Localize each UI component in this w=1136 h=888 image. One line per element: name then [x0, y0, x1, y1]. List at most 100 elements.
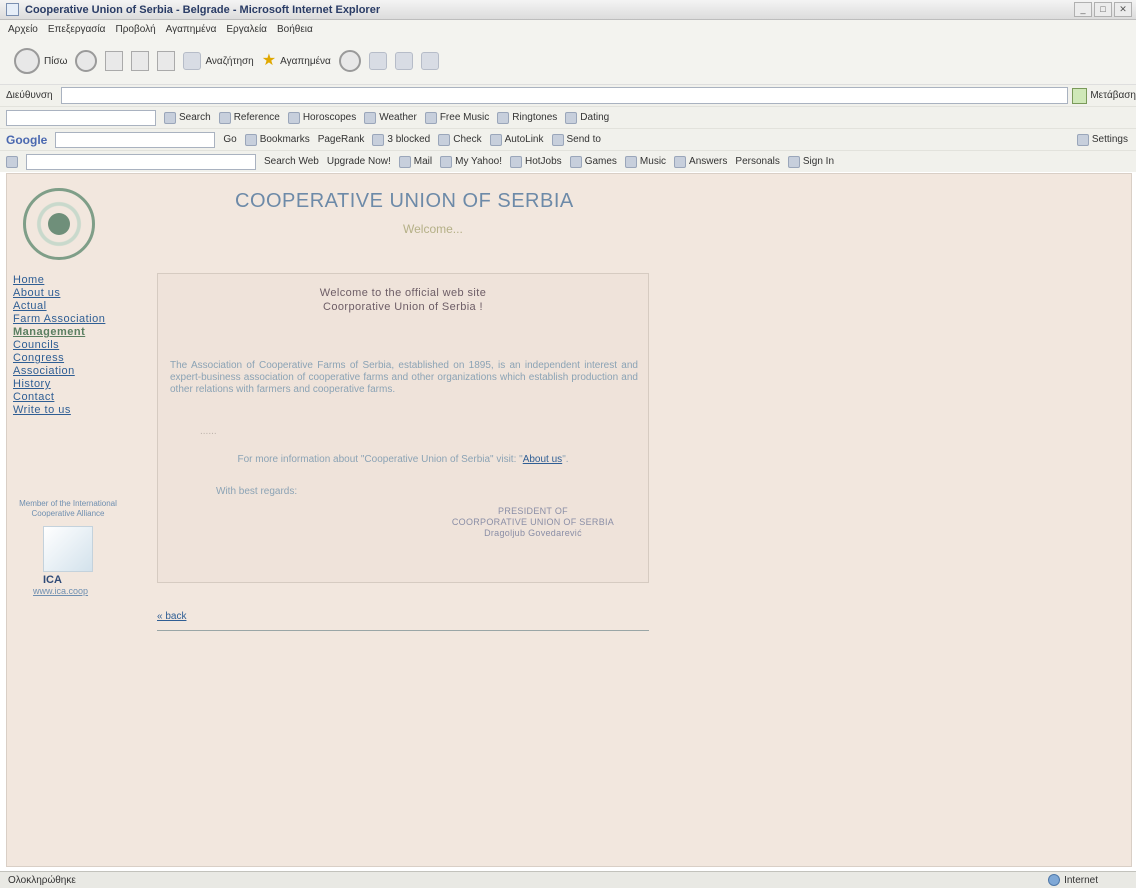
- search-icon[interactable]: [183, 52, 202, 70]
- stop-icon[interactable]: [105, 51, 124, 71]
- google-go-button[interactable]: Go: [223, 134, 236, 145]
- nav-history[interactable]: History: [13, 378, 123, 391]
- divider: [157, 630, 649, 631]
- yahoo-answers[interactable]: Answers: [674, 155, 727, 168]
- menu-favorites[interactable]: Αγαπημένα: [166, 24, 217, 35]
- nav-write-to-us[interactable]: Write to us: [13, 404, 123, 417]
- nav-association[interactable]: Association: [13, 365, 123, 378]
- nav-about-us[interactable]: About us: [13, 287, 123, 300]
- home-icon[interactable]: [157, 51, 176, 71]
- toolbar-search[interactable]: Search: [164, 111, 211, 124]
- menu-edit[interactable]: Επεξεργασία: [48, 24, 106, 35]
- toolbar-free-music[interactable]: Free Music: [424, 111, 489, 124]
- status-text: Ολοκληρώθηκε: [8, 874, 76, 886]
- games-icon: [569, 155, 582, 168]
- go-button-label[interactable]: Μετάβαση: [1090, 90, 1136, 101]
- nav-congress[interactable]: Congress: [13, 352, 123, 365]
- reference-icon: [218, 111, 231, 124]
- site-navigation: Home About us Actual Farm Association Ma…: [13, 274, 123, 417]
- about-us-link[interactable]: About us: [523, 454, 562, 465]
- google-settings[interactable]: Settings: [1076, 133, 1128, 146]
- yahoo-music[interactable]: Music: [624, 155, 666, 168]
- toolbar-dating[interactable]: Dating: [565, 111, 609, 124]
- menu-bar: Αρχείο Επεξεργασία Προβολή Αγαπημένα Εργ…: [0, 20, 1136, 38]
- google-autolink[interactable]: AutoLink: [489, 133, 544, 146]
- menu-help[interactable]: Βοήθεια: [277, 24, 313, 35]
- menu-view[interactable]: Προβολή: [115, 24, 155, 35]
- more-info-text: For more information about "Cooperative …: [237, 454, 569, 465]
- toolbar-horoscopes[interactable]: Horoscopes: [287, 111, 356, 124]
- music-icon: [424, 111, 437, 124]
- back-arrow-icon[interactable]: [14, 48, 40, 74]
- yahoo-games[interactable]: Games: [569, 155, 617, 168]
- ica-member-text: Member of the International Cooperative …: [19, 499, 117, 518]
- bookmark-icon: [244, 133, 257, 146]
- page-subtitle: Welcome...: [403, 222, 463, 236]
- yahoo-search-input[interactable]: [26, 153, 256, 170]
- maximize-icon[interactable]: □: [1094, 2, 1112, 17]
- go-arrow-icon[interactable]: [1071, 87, 1088, 104]
- refresh-icon[interactable]: [131, 51, 150, 71]
- nav-management[interactable]: Management: [13, 326, 123, 339]
- google-pagerank[interactable]: PageRank: [318, 134, 365, 145]
- horoscope-icon: [287, 111, 300, 124]
- dating-icon: [565, 111, 578, 124]
- google-popup-blocker[interactable]: 3 blocked: [372, 133, 430, 146]
- status-bar: Ολοκληρώθηκε Internet: [0, 871, 1136, 888]
- favorites-star-icon[interactable]: ★: [262, 53, 276, 69]
- yahoo-hotjobs[interactable]: HotJobs: [510, 155, 562, 168]
- close-icon[interactable]: ✕: [1114, 2, 1132, 17]
- answers-icon: [674, 155, 687, 168]
- nav-contact[interactable]: Contact: [13, 391, 123, 404]
- nav-farm-association[interactable]: Farm Association: [13, 313, 123, 326]
- menu-file[interactable]: Αρχείο: [8, 24, 38, 35]
- toolbar-ringtones[interactable]: Ringtones: [497, 111, 557, 124]
- toolbar-reference[interactable]: Reference: [218, 111, 280, 124]
- sign-in-icon: [787, 155, 800, 168]
- google-send-to[interactable]: Send to: [551, 133, 601, 146]
- search-button-label[interactable]: Αναζήτηση: [205, 56, 253, 67]
- google-search-input[interactable]: [55, 131, 216, 148]
- print-icon[interactable]: [394, 52, 413, 70]
- regards-text: With best regards:: [216, 486, 298, 497]
- my-yahoo-icon: [440, 155, 453, 168]
- spellcheck-icon: [438, 133, 451, 146]
- yahoo-sign-in[interactable]: Sign In: [787, 155, 834, 168]
- google-logo: Google: [6, 132, 48, 147]
- favorites-button-label[interactable]: Αγαπημένα: [280, 56, 331, 67]
- google-bookmarks[interactable]: Bookmarks: [244, 133, 310, 146]
- yahoo-upgrade[interactable]: Upgrade Now!: [327, 156, 391, 167]
- nav-home[interactable]: Home: [13, 274, 123, 287]
- window-titlebar: Cooperative Union of Serbia - Belgrade -…: [0, 0, 1136, 20]
- address-label: Διεύθυνση: [6, 90, 53, 101]
- google-spell-check[interactable]: Check: [438, 133, 482, 146]
- cooperative-union-logo: [23, 188, 95, 260]
- search-icon: [164, 111, 176, 124]
- minimize-icon[interactable]: _: [1074, 2, 1092, 17]
- edit-icon[interactable]: [420, 52, 439, 70]
- forward-arrow-icon[interactable]: [75, 50, 98, 72]
- security-zone: Internet: [1048, 874, 1098, 886]
- address-input[interactable]: [60, 87, 1068, 104]
- menu-tools[interactable]: Εργαλεία: [226, 24, 267, 35]
- toolbar-weather[interactable]: Weather: [364, 111, 417, 124]
- mail-icon[interactable]: [368, 52, 387, 70]
- nav-councils[interactable]: Councils: [13, 339, 123, 352]
- back-button-label[interactable]: Πίσω: [44, 56, 67, 67]
- yahoo-my-yahoo[interactable]: My Yahoo!: [440, 155, 502, 168]
- settings-icon: [1076, 133, 1089, 146]
- music-icon: [624, 155, 637, 168]
- yahoo-personals[interactable]: Personals: [735, 156, 779, 167]
- toolbar-search-field[interactable]: [6, 109, 156, 126]
- yahoo-mail[interactable]: Mail: [398, 155, 432, 168]
- intro-paragraph: The Association of Cooperative Farms of …: [170, 360, 638, 395]
- history-icon[interactable]: [338, 50, 361, 72]
- yahoo-logo-icon: [6, 155, 18, 168]
- ica-logo[interactable]: [43, 526, 93, 572]
- nav-actual[interactable]: Actual: [13, 300, 123, 313]
- yahoo-search-web[interactable]: Search Web: [264, 156, 319, 167]
- back-link[interactable]: « back: [157, 611, 186, 622]
- send-icon: [551, 133, 564, 146]
- ica-website-link[interactable]: www.ica.coop: [33, 586, 88, 596]
- web-page: Home About us Actual Farm Association Ma…: [6, 173, 1132, 867]
